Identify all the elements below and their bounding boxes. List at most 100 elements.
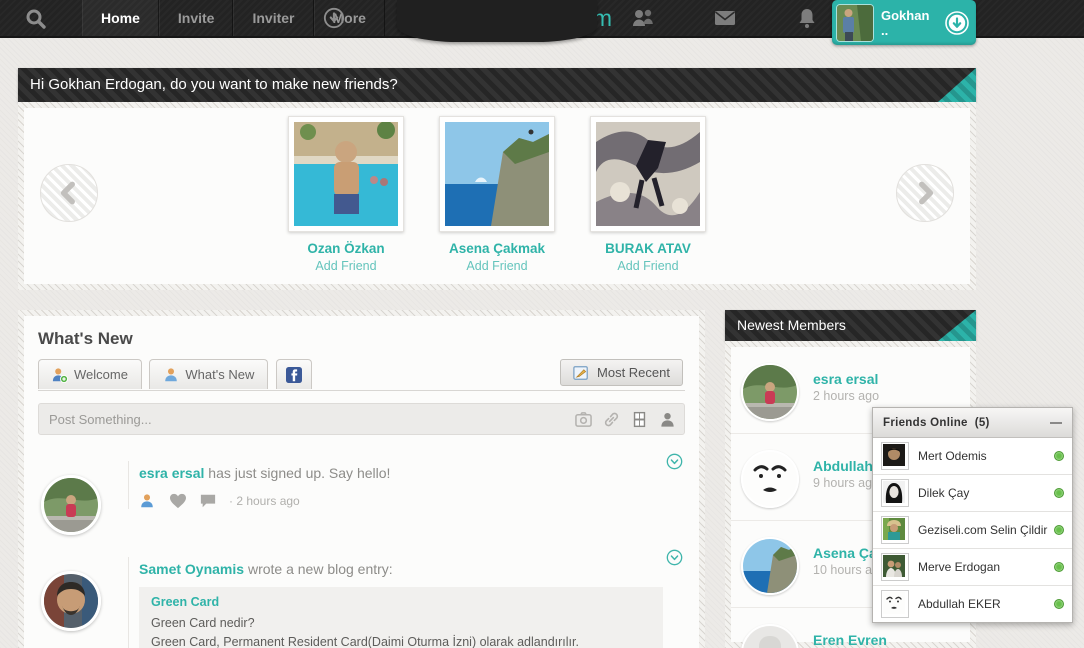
member-name[interactable]: Ozan Özkan	[282, 241, 410, 256]
online-friend-row[interactable]: Merve Erdogan	[873, 549, 1072, 586]
tab-welcome[interactable]: Welcome	[38, 359, 142, 389]
feed-avatar-samet[interactable]	[41, 571, 101, 631]
messages-icon[interactable]	[712, 5, 738, 31]
nav-more-dropdown-icon[interactable]	[323, 7, 345, 29]
like-heart-icon[interactable]	[169, 493, 187, 509]
minimize-icon[interactable]	[1050, 422, 1062, 424]
tab-whats-new[interactable]: What's New	[149, 359, 268, 389]
notifications-bell-icon[interactable]	[794, 5, 820, 31]
page: Home Invite Inviter More Gezigoo.com G	[0, 0, 1084, 648]
post-input[interactable]	[47, 411, 575, 428]
carousel-next-button[interactable]	[896, 164, 954, 222]
nav-item-home[interactable]: Home	[82, 0, 159, 36]
feed-action-text: has just signed up. Say hello!	[208, 465, 390, 481]
online-friend-name: Merve Erdogan	[918, 560, 1054, 574]
facebook-icon	[286, 367, 302, 383]
feed-text: Samet Oynamis wrote a new blog entry:	[139, 557, 685, 577]
member-name-link[interactable]: Eren Evren	[813, 632, 887, 648]
friend-avatar-merve	[881, 553, 909, 581]
user-menu[interactable]: Gokhan ..	[832, 0, 976, 45]
whats-new-inner: What's New Welcome What's New	[24, 316, 699, 648]
logo-background	[397, 0, 597, 42]
greeting-text: Hi Gokhan Erdogan, do you want to make n…	[30, 76, 398, 93]
feed-tabs: Welcome What's New Most Recent	[38, 359, 685, 391]
member-avatar-abdullah[interactable]	[741, 450, 799, 508]
say-hello-icon[interactable]	[139, 493, 157, 509]
tag-person-icon[interactable]	[659, 411, 676, 428]
filter-most-recent-button[interactable]: Most Recent	[560, 359, 683, 386]
online-friend-name: Abdullah EKER	[918, 597, 1054, 611]
member-avatar-asena[interactable]	[741, 537, 799, 595]
friend-avatar-mert	[881, 442, 909, 470]
member-name-link[interactable]: Abdullah	[813, 458, 873, 474]
member-photo-marble[interactable]	[590, 116, 706, 232]
user-avatar	[836, 4, 874, 42]
online-friend-row[interactable]: Abdullah EKER	[873, 586, 1072, 622]
member-avatar-placeholder[interactable]	[741, 624, 799, 648]
friend-avatar-abdullah	[881, 590, 909, 618]
member-avatar-esra[interactable]	[741, 363, 799, 421]
tab-label: Welcome	[74, 367, 128, 382]
banner-fold	[938, 68, 976, 102]
ribbon-fold	[938, 310, 976, 341]
newest-members-title: Newest Members	[737, 317, 846, 333]
member-photo-pool[interactable]	[288, 116, 404, 232]
online-friend-row[interactable]: Mert Odemis	[873, 438, 1072, 475]
online-status-dot	[1054, 562, 1064, 572]
blog-line: Green Card, Permanent Resident Card(Daim…	[151, 633, 651, 648]
tab-label: What's New	[185, 367, 254, 382]
person-icon	[163, 367, 179, 383]
friends-icon[interactable]	[630, 5, 656, 31]
add-friend-link[interactable]: Add Friend	[433, 259, 561, 273]
online-friend-row[interactable]: Geziseli.com Selin Çildir	[873, 512, 1072, 549]
newest-members-header: Newest Members	[725, 310, 976, 341]
post-composer	[38, 403, 685, 435]
online-friend-name: Geziseli.com Selin Çildir	[918, 523, 1054, 537]
online-friend-row[interactable]: Dilek Çay	[873, 475, 1072, 512]
online-friend-name: Mert Odemis	[918, 449, 1054, 463]
online-status-dot	[1054, 525, 1064, 535]
search-icon[interactable]	[24, 7, 48, 31]
add-friend-link[interactable]: Add Friend	[584, 259, 712, 273]
top-navbar: Home Invite Inviter More Gezigoo.com G	[0, 0, 1084, 38]
member-photo-cliff[interactable]	[439, 116, 555, 232]
photo-camera-icon[interactable]	[575, 411, 592, 428]
member-name-link[interactable]: esra ersal	[813, 371, 878, 387]
feed-timestamp: · 2 hours ago	[229, 494, 300, 508]
greeting-banner: Hi Gokhan Erdogan, do you want to make n…	[18, 68, 976, 102]
suggestion-cards: Ozan Özkan Add Friend Asena Çakmak Add F…	[24, 116, 970, 273]
feed-author-link[interactable]: esra ersal	[139, 465, 204, 481]
member-name[interactable]: BURAK ATAV	[584, 241, 712, 256]
nav-item-inviter[interactable]: Inviter	[233, 0, 313, 36]
friend-avatar-selin	[881, 516, 909, 544]
friend-carousel: Ozan Özkan Add Friend Asena Çakmak Add F…	[18, 102, 976, 290]
suggestion-card: BURAK ATAV Add Friend	[584, 116, 712, 273]
section-title: What's New	[38, 316, 685, 349]
member-join-time: 2 hours ago	[813, 389, 879, 403]
blog-title-link[interactable]: Green Card	[151, 595, 651, 609]
whats-new-panel: What's New Welcome What's New	[18, 310, 705, 648]
feed-avatar-esra[interactable]	[41, 475, 101, 535]
feed-item: Samet Oynamis wrote a new blog entry: Gr…	[38, 557, 685, 648]
feed-actions: · 2 hours ago	[139, 493, 685, 509]
friends-online-popup: Friends Online (5) Mert Odemis Dilek Çay…	[872, 407, 1073, 623]
friends-online-header[interactable]: Friends Online (5)	[873, 408, 1072, 438]
comment-bubble-icon[interactable]	[199, 493, 217, 509]
online-friend-name: Dilek Çay	[918, 486, 1054, 500]
nav-item-invite[interactable]: Invite	[159, 0, 234, 36]
feed-action-text: wrote a new blog entry:	[248, 561, 393, 577]
feed-text: esra ersal has just signed up. Say hello…	[139, 461, 685, 481]
blog-line: Green Card nedir?	[151, 614, 651, 633]
nav-right-icons	[630, 0, 820, 36]
tab-facebook[interactable]	[276, 359, 312, 389]
feed-author-link[interactable]: Samet Oynamis	[139, 561, 244, 577]
member-name[interactable]: Asena Çakmak	[433, 241, 561, 256]
friends-online-count: (5)	[975, 417, 990, 429]
user-dropdown-icon[interactable]	[944, 10, 970, 36]
add-friend-link[interactable]: Add Friend	[282, 259, 410, 273]
link-icon[interactable]	[603, 411, 620, 428]
edit-icon	[573, 365, 589, 381]
blog-preview: Green Card Green Card nedir? Green Card,…	[139, 587, 663, 648]
suggestion-card: Ozan Özkan Add Friend	[282, 116, 410, 273]
video-film-icon[interactable]	[631, 411, 648, 428]
